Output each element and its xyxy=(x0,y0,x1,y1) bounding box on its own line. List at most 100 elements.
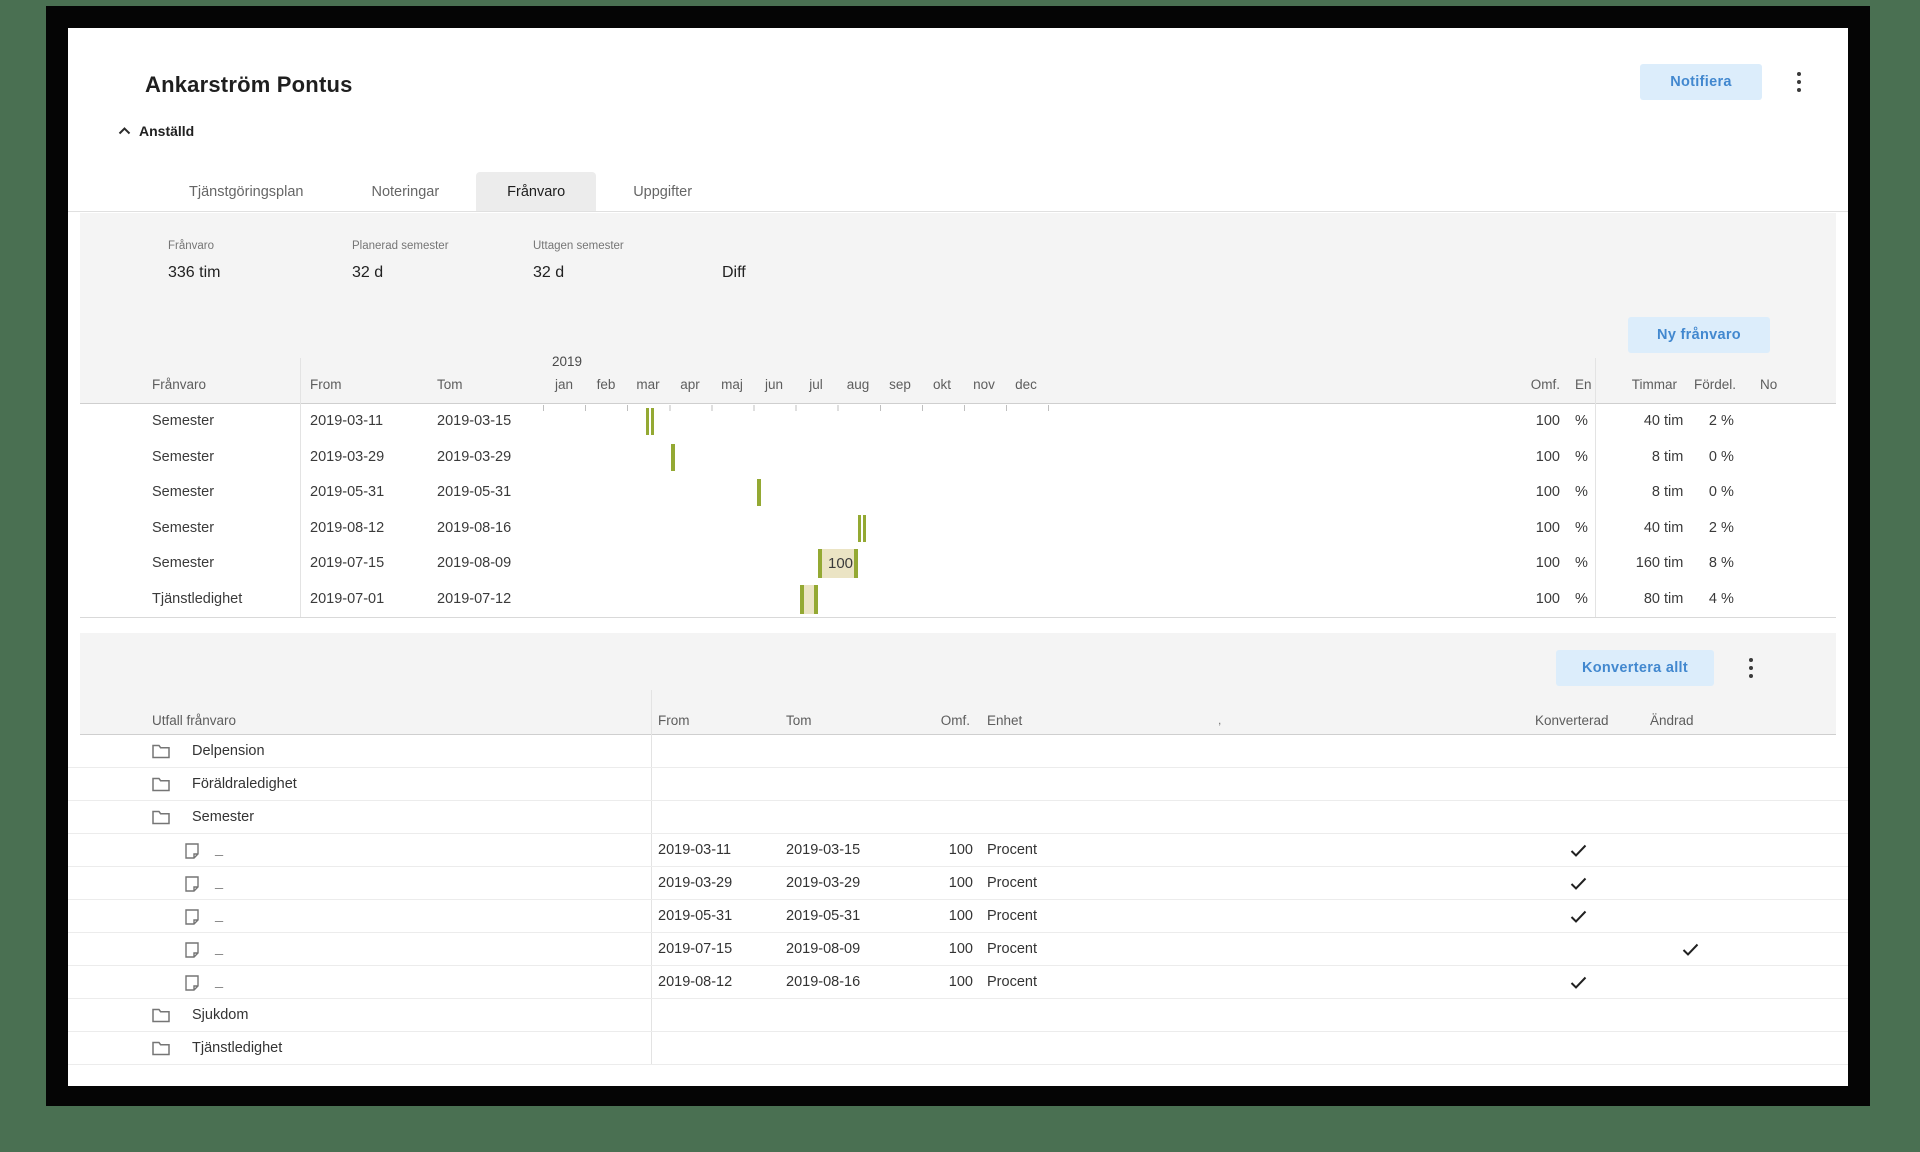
tree-item-row: _ 2019-07-15 2019-08-09 100 Procent xyxy=(68,933,1848,966)
tree-item-row: _ 2019-08-12 2019-08-16 100 Procent xyxy=(68,966,1848,999)
absence-type-link[interactable]: Semester xyxy=(152,511,214,547)
gantt-bar xyxy=(858,514,861,542)
gantt-bar-edge xyxy=(800,584,804,614)
omf-value: 100 xyxy=(1535,590,1560,607)
stat-uttagen-value: 32 d xyxy=(533,264,565,281)
from-date: 2019-03-29 xyxy=(658,875,733,891)
gantt-bar: 100 xyxy=(818,549,858,578)
tree-folder-row[interactable]: Sjukdom xyxy=(68,999,1848,1032)
enhet-value: Procent xyxy=(987,941,1037,957)
tom-date: 2019-07-12 xyxy=(437,590,512,607)
from-date: 2019-08-12 xyxy=(310,519,385,536)
app-card: Ankarström Pontus Notifiera Anställd Tjä… xyxy=(68,28,1848,1086)
from-date: 2019-08-12 xyxy=(658,974,733,990)
outcome-item-link[interactable]: _ xyxy=(215,834,223,867)
enhet-value: Procent xyxy=(987,908,1037,924)
stat-diff-label: Diff xyxy=(722,264,746,281)
absence-type-link[interactable]: Semester xyxy=(152,475,214,511)
table-row: Tjänstledighet 2019-07-01 2019-07-12 100… xyxy=(68,582,1848,618)
outcome-kebab-menu-icon[interactable] xyxy=(1736,652,1766,684)
tom-date: 2019-03-15 xyxy=(786,842,861,858)
month-mar: mar xyxy=(636,377,660,392)
timmar-value: 80 xyxy=(1643,590,1660,607)
notify-button[interactable]: Notifiera xyxy=(1640,64,1762,100)
col-head-note: , xyxy=(1218,713,1222,727)
table-row: Semester 2019-03-11 2019-03-15 100 % 40 … xyxy=(68,404,1848,440)
col-head-tom: Tom xyxy=(437,377,463,392)
absence-type-link[interactable]: Semester xyxy=(152,404,214,440)
timmar-value: 160 xyxy=(1635,555,1660,571)
enhet-value: Procent xyxy=(987,974,1037,990)
outcome-item-link[interactable]: _ xyxy=(215,933,223,966)
tom-date: 2019-05-31 xyxy=(786,908,861,924)
tree-folder-row[interactable]: Semester xyxy=(68,801,1848,834)
tree-folder-label: Semester xyxy=(192,809,255,825)
tom-date: 2019-08-16 xyxy=(786,974,861,990)
convert-all-button[interactable]: Konvertera allt xyxy=(1556,650,1714,686)
from-date: 2019-07-01 xyxy=(310,590,385,607)
month-sep: sep xyxy=(889,377,911,392)
absence-type-link[interactable]: Tjänstledighet xyxy=(152,582,242,618)
outcome-item-link[interactable]: _ xyxy=(215,867,223,900)
fordel-unit: % xyxy=(1721,555,1734,571)
table-row: Semester 2019-05-31 2019-05-31 100 % 8 t… xyxy=(68,475,1848,511)
converted-check-icon xyxy=(1563,966,1593,999)
tab-franvaro[interactable]: Frånvaro xyxy=(476,172,597,211)
timeline-year-label: 2019 xyxy=(552,354,583,369)
tom-date: 2019-03-15 xyxy=(437,413,512,429)
omf-value: 100 xyxy=(948,842,973,858)
col-head-enhet: Enhet xyxy=(987,713,1023,728)
absence-type-link[interactable]: Semester xyxy=(152,440,214,476)
col-head-timmar: Timmar xyxy=(1631,377,1677,392)
month-jun: jun xyxy=(764,377,783,392)
col-head-tom2: Tom xyxy=(786,713,812,728)
col-head-franvaro: Frånvaro xyxy=(152,377,207,392)
page-title: Ankarström Pontus xyxy=(145,72,353,97)
document-icon xyxy=(185,900,199,933)
gantt-bar-label: 100 xyxy=(828,555,854,572)
enhet-value: Procent xyxy=(987,842,1037,858)
outcome-item-link[interactable]: _ xyxy=(215,966,223,999)
tree-folder-row[interactable]: Föräldraledighet xyxy=(68,768,1848,801)
omf-value: 100 xyxy=(1535,448,1560,465)
from-date: 2019-07-15 xyxy=(658,941,733,957)
tree-folder-row[interactable]: Delpension xyxy=(68,735,1848,768)
month-feb: feb xyxy=(596,377,616,392)
gantt-bar xyxy=(757,479,761,506)
header-kebab-menu-icon[interactable] xyxy=(1784,66,1814,98)
omf-value: 100 xyxy=(1535,555,1560,571)
gantt-bar xyxy=(863,514,866,542)
absence-type-link[interactable]: Semester xyxy=(152,546,214,582)
col-head-no: No xyxy=(1760,377,1778,392)
document-icon xyxy=(185,933,199,966)
tab-uppgifter[interactable]: Uppgifter xyxy=(602,172,723,211)
omf-value: 100 xyxy=(948,908,973,924)
employee-collapse-toggle[interactable]: Anställd xyxy=(118,123,194,139)
folder-icon xyxy=(152,801,170,834)
employee-collapse-label: Anställd xyxy=(139,123,195,139)
stat-franvaro-label: Frånvaro xyxy=(168,240,215,252)
outcome-item-link[interactable]: _ xyxy=(215,900,223,933)
converted-check-icon xyxy=(1563,834,1593,867)
tree-folder-row[interactable]: Tjänstledighet xyxy=(68,1032,1848,1065)
new-absence-button-label: Ny frånvaro xyxy=(1657,327,1741,343)
stat-planerad-value: 32 d xyxy=(352,264,384,281)
omf-value: 100 xyxy=(1535,519,1560,536)
from-date: 2019-03-11 xyxy=(310,413,384,429)
document-icon xyxy=(185,834,199,867)
stat-planerad-label: Planerad semester xyxy=(352,240,449,252)
tab-noteringar[interactable]: Noteringar xyxy=(340,172,470,211)
changed-check-icon xyxy=(1675,933,1705,966)
tab-tjanstgoringsplan[interactable]: Tjänstgöringsplan xyxy=(158,172,334,211)
tom-date: 2019-03-29 xyxy=(786,875,861,891)
timmar-value: 40 xyxy=(1643,519,1660,536)
tab-bar: Tjänstgöringsplan Noteringar Frånvaro Up… xyxy=(68,172,1848,212)
timmar-value: 8 xyxy=(1651,484,1660,500)
month-nov: nov xyxy=(973,377,995,392)
tree-item-row: _ 2019-03-11 2019-03-15 100 Procent xyxy=(68,834,1848,867)
new-absence-button[interactable]: Ny frånvaro xyxy=(1628,317,1770,353)
convert-all-button-label: Konvertera allt xyxy=(1581,660,1689,676)
tree-folder-label: Delpension xyxy=(192,743,265,759)
fordel-value: 4 xyxy=(1708,590,1717,607)
fordel-unit: % xyxy=(1721,448,1734,465)
